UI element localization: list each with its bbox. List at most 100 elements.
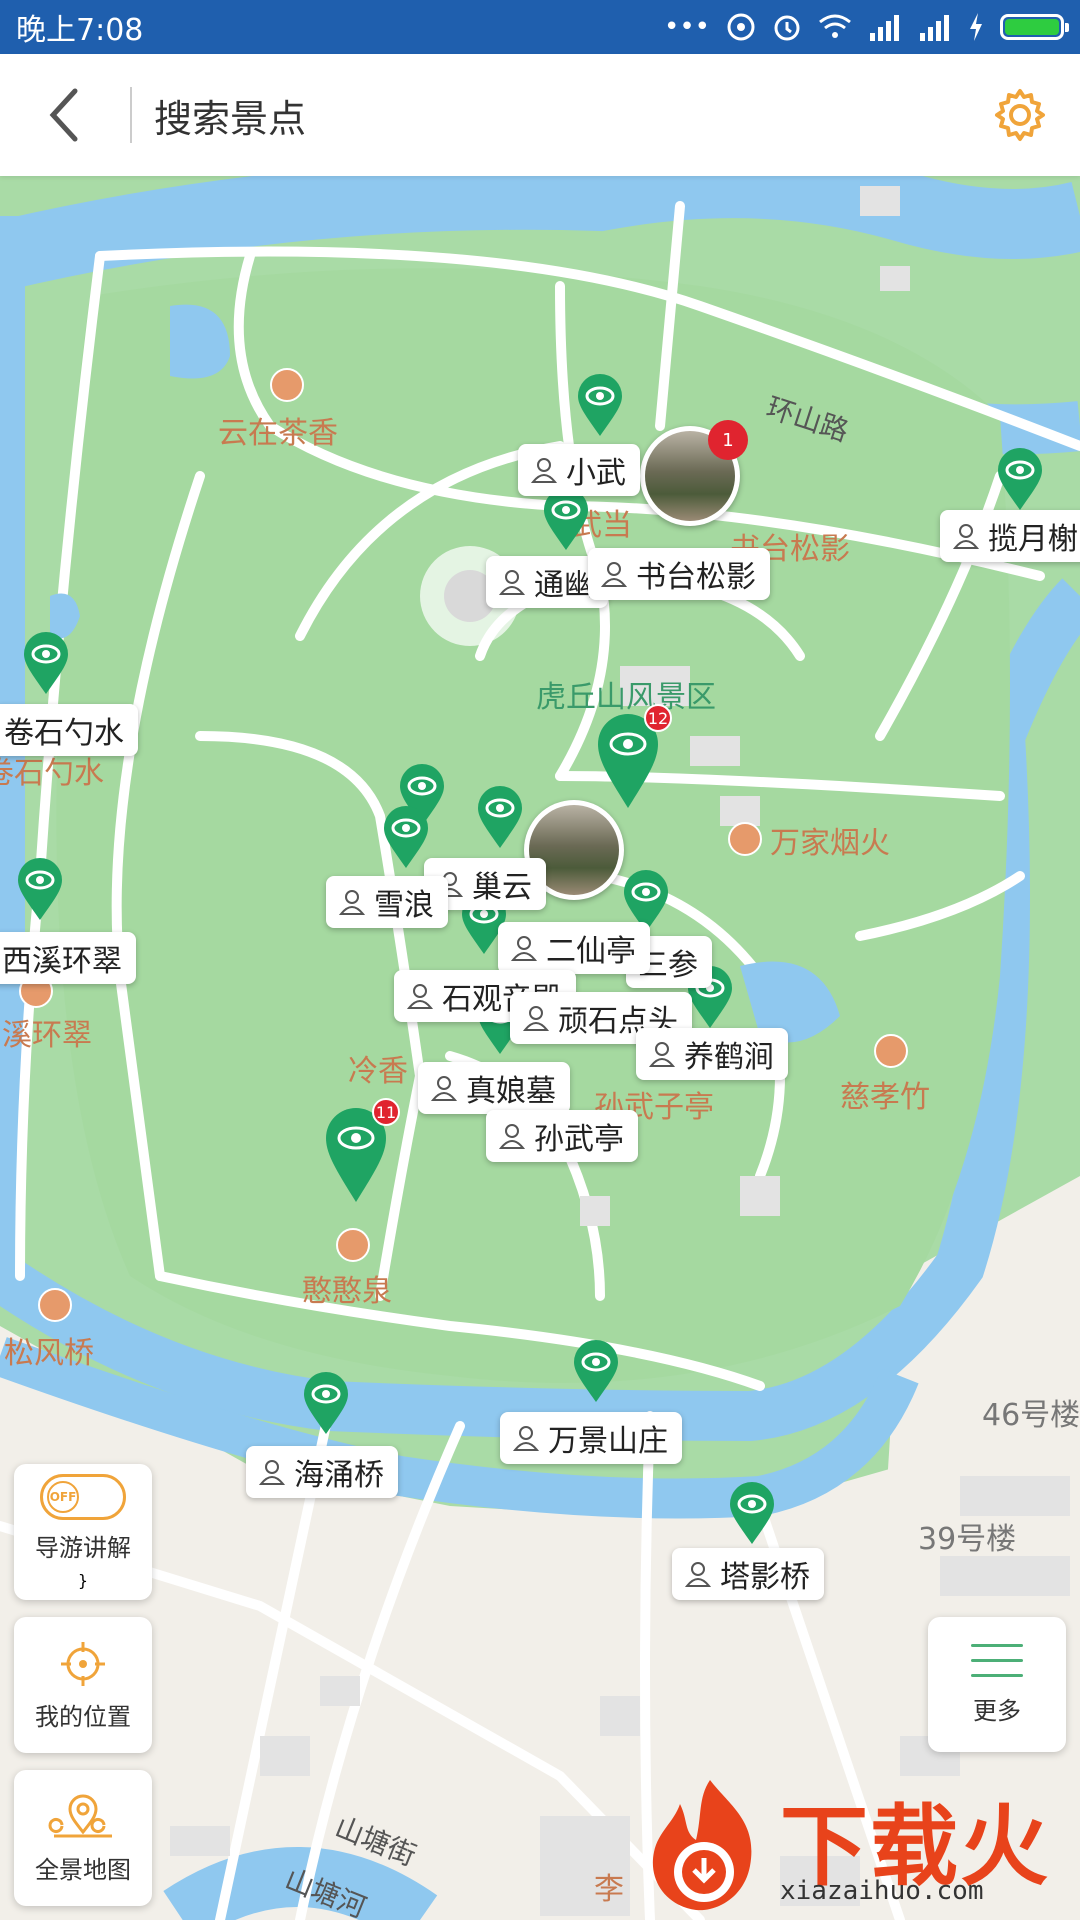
label-ci-xiao-zhu: 慈孝竹 <box>840 1080 930 1115</box>
signal-icon <box>870 15 899 41</box>
view-pin-icon[interactable] <box>576 374 624 438</box>
callout-label: 孙武亭 <box>534 1122 624 1157</box>
guide-user-icon <box>338 890 366 915</box>
view-pin-icon[interactable] <box>302 1372 350 1436</box>
guide-audio-toggle-button[interactable]: OFF 导游讲解 } <box>14 1464 152 1600</box>
map-pins-icon <box>48 1794 112 1837</box>
callout-label: 卷石勺水 <box>4 716 124 751</box>
spot-callout-lan-yue[interactable]: 揽月榭 <box>940 510 1080 562</box>
more-button[interactable]: 更多 <box>928 1617 1066 1752</box>
settings-button[interactable] <box>960 54 1080 176</box>
view-pin-icon[interactable] <box>542 488 590 552</box>
spot-callout-ta-ying-qiao[interactable]: 塔影桥 <box>672 1548 824 1600</box>
back-arrow-icon <box>49 88 78 142</box>
guide-user-icon <box>512 1426 540 1451</box>
spot-callout-hai-yong-qiao[interactable]: 海涌桥 <box>246 1446 398 1498</box>
label-song-feng-qiao: 松风桥 <box>4 1336 94 1371</box>
label-building-46: 46号楼 <box>982 1398 1080 1433</box>
spot-callout-xiao-wu[interactable]: 小武 <box>518 444 640 496</box>
watermark-url: xiazaihuo.com <box>780 1876 984 1906</box>
cluster-count-badge: 12 <box>644 704 672 732</box>
poi-dot <box>336 1228 370 1262</box>
callout-label: 海涌桥 <box>294 1458 384 1493</box>
guide-user-icon <box>406 984 434 1009</box>
status-bar: 晚上7:08 ••• <box>0 0 1080 54</box>
spot-callout-zhen-niang-mu[interactable]: 真娘墓 <box>418 1062 570 1114</box>
full-map-button[interactable]: 全景地图 <box>14 1770 152 1906</box>
spot-callout-sun-wu-ting[interactable]: 孙武亭 <box>486 1110 638 1162</box>
spot-callout-er-xian-ting[interactable]: 二仙亭 <box>498 922 650 974</box>
callout-label: 小武 <box>566 456 626 491</box>
callout-label: 西溪环翠 <box>2 944 122 979</box>
guide-user-icon <box>952 524 980 549</box>
label-yun-zai-cha-xiang: 云在茶香 <box>218 416 338 451</box>
guide-user-icon <box>530 458 558 483</box>
search-field[interactable]: 搜索景点 <box>154 88 306 143</box>
locate-crosshair-icon <box>61 1641 105 1686</box>
callout-label: 巢云 <box>472 870 532 905</box>
spot-callout-xue-lang[interactable]: 雪浪 <box>326 876 448 928</box>
spot-callout-shu-tai-song-ying[interactable]: 书台松影 <box>588 548 770 600</box>
poi-dot <box>270 368 304 402</box>
view-pin-icon[interactable] <box>996 448 1044 512</box>
view-pin-icon[interactable] <box>476 786 524 850</box>
more-label: 更多 <box>973 1696 1021 1725</box>
cluster-pin[interactable]: 11 <box>324 1098 400 1206</box>
guide-toggle-switch[interactable]: OFF <box>40 1474 126 1520</box>
callout-label: 真娘墓 <box>466 1074 556 1109</box>
guide-user-icon <box>498 1124 526 1149</box>
callout-label: 养鹤涧 <box>684 1040 774 1075</box>
label-li: 李 <box>594 1872 624 1907</box>
spot-callout-wan-jing-shan-zhuang[interactable]: 万景山庄 <box>500 1412 682 1464</box>
cluster-count-badge: 11 <box>372 1098 400 1126</box>
toggle-knob: OFF <box>47 1481 79 1513</box>
guide-user-icon <box>684 1562 712 1587</box>
photo-marker[interactable]: 1 <box>640 420 748 526</box>
label-building-39: 39号楼 <box>918 1522 1017 1557</box>
spot-callout-xi-xi[interactable]: 西溪环翠 <box>0 932 136 984</box>
guide-user-icon <box>522 1006 550 1031</box>
spot-callout-yang-he-jian[interactable]: 养鹤涧 <box>636 1028 788 1080</box>
callout-label: 通幽 <box>534 568 594 603</box>
view-pin-icon[interactable] <box>728 1482 776 1546</box>
my-location-label: 我的位置 <box>35 1702 131 1731</box>
signal-icon-2 <box>920 15 949 41</box>
view-pin-icon[interactable] <box>16 858 64 922</box>
my-location-button[interactable]: 我的位置 <box>14 1617 152 1753</box>
spot-callout-juan-shi[interactable]: 卷石勺水 <box>0 704 138 756</box>
callout-label: 万景山庄 <box>548 1424 668 1459</box>
map-base <box>0 176 1080 1920</box>
full-map-label: 全景地图 <box>35 1855 131 1884</box>
guide-label: 导游讲解 <box>35 1534 131 1562</box>
status-icons: ••• <box>664 12 1069 42</box>
guide-user-icon <box>510 936 538 961</box>
label-leng-xiang: 冷香 <box>348 1054 408 1089</box>
guide-user-icon <box>258 1460 286 1485</box>
view-pin-icon[interactable] <box>22 632 70 696</box>
view-pin-icon[interactable] <box>572 1340 620 1404</box>
photo-count-badge: 1 <box>708 420 748 460</box>
guide-user-icon <box>648 1042 676 1067</box>
label-han-han-quan: 憨憨泉 <box>302 1274 392 1309</box>
header-divider <box>130 87 132 143</box>
poi-dot <box>38 1288 72 1322</box>
guide-user-icon <box>430 1076 458 1101</box>
poi-dot <box>874 1034 908 1068</box>
hotspot-icon <box>727 13 755 41</box>
guide-user-icon <box>498 570 526 595</box>
callout-label: 书台松影 <box>636 560 756 595</box>
menu-icon <box>971 1643 1023 1677</box>
flame-logo-icon <box>652 1780 752 1911</box>
map-view[interactable]: 云在茶香 环山路 书台松影 武当 虎丘山风景区 卷石勺水 万家烟火 溪环翠 冷香… <box>0 176 1080 1920</box>
label-scenic-area: 虎丘山风景区 <box>536 680 716 715</box>
callout-label: 雪浪 <box>374 888 434 923</box>
status-time: 晚上7:08 <box>16 13 144 48</box>
cluster-pin[interactable]: 12 <box>596 704 672 812</box>
app-header: 搜索景点 <box>0 54 1080 176</box>
watermark: 下载火 xiazaihuo.com <box>640 1776 1080 1916</box>
alarm-icon <box>774 15 800 41</box>
back-button[interactable] <box>0 54 130 176</box>
battery-icon <box>1000 14 1069 40</box>
callout-label: 塔影桥 <box>720 1560 810 1595</box>
view-pin-icon[interactable] <box>382 806 430 870</box>
